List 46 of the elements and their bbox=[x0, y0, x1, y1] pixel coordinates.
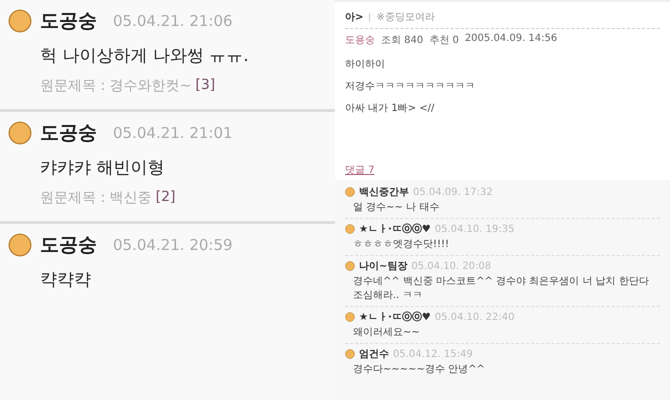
commenter-name: ★ㄴㅏ·ㄸⓞⓞ♥ bbox=[359, 310, 431, 324]
author-name: 도공숭 bbox=[40, 9, 97, 34]
avatar-icon bbox=[8, 121, 32, 145]
comment-text: 왜이러세요~~ bbox=[353, 326, 421, 339]
avatar-icon bbox=[8, 233, 32, 257]
body-line: 저경수ㅋㅋㅋㅋㅋㅋㅋㅋㅋㅋ bbox=[345, 80, 476, 93]
post-date: 2005.04.09. 14:56 bbox=[464, 33, 558, 46]
avatar-icon bbox=[345, 312, 355, 322]
category-label: 아> bbox=[345, 11, 364, 24]
comment-text: 얼 경수~~ 나 태수 bbox=[353, 201, 440, 214]
avatar-icon bbox=[345, 261, 355, 271]
comment-text: 경수다~~~~~경수 안녕^^ bbox=[353, 363, 486, 376]
post-time: 05.04.21. 20:59 bbox=[113, 236, 233, 254]
comment-time: 05.04.09. 17:32 bbox=[413, 186, 493, 198]
source-title: 원문제목 : 경수와한컷~ bbox=[40, 77, 192, 95]
post-time: 05.04.21. 21:01 bbox=[113, 124, 233, 142]
avatar-icon bbox=[345, 349, 355, 359]
comments-link[interactable]: 댓글 7 bbox=[345, 163, 660, 177]
comment-text: 캭캭캭 bbox=[40, 269, 92, 291]
view-count: 조회 840 bbox=[381, 34, 424, 47]
comment-text: ㅎㅎㅎㅎ엣경수닷!!!! bbox=[353, 238, 450, 251]
author-name: 도공숭 bbox=[40, 233, 97, 258]
comment-time: 05.04.10. 19:35 bbox=[434, 224, 514, 234]
body-line: 아싸 내가 1빠> <// bbox=[345, 102, 436, 115]
comment-time: 05.04.10. 22:40 bbox=[434, 312, 514, 322]
avatar-icon bbox=[345, 187, 355, 197]
commenter-name: 나이~팀장 bbox=[359, 260, 408, 273]
post-time: 05.04.21. 21:06 bbox=[113, 12, 233, 30]
commenter-name: ★ㄴㅏ·ㄸⓞⓞ♥ bbox=[359, 222, 431, 236]
author-name: 도공숭 bbox=[40, 121, 97, 146]
body-line: 하이하이 bbox=[345, 58, 386, 71]
author-name[interactable]: 도용숭 bbox=[345, 33, 375, 47]
comment-count[interactable]: [3] bbox=[195, 77, 216, 95]
avatar-icon bbox=[345, 224, 355, 234]
avatar-icon bbox=[8, 9, 32, 33]
commenter-name: 백신중간부 bbox=[359, 186, 409, 199]
article-title: ※중딩모여라 bbox=[376, 11, 435, 24]
comment-text: 캬캬캬 해빈이형 bbox=[40, 157, 166, 179]
comment-time: 05.04.12. 15:49 bbox=[393, 348, 473, 360]
comment-time: 05.04.10. 20:08 bbox=[411, 260, 492, 272]
comment-text: 헉 나이상하게 나와썽 ㅠㅠ. bbox=[40, 45, 250, 67]
source-title: 원문제목 : 백신중 bbox=[40, 189, 152, 207]
like-count: 추천 0 bbox=[429, 34, 459, 47]
commenter-name: 엄건수 bbox=[359, 348, 389, 361]
comment-text: 경수네^^ 백신중 마스코트^^ 경수야 최은우샘이 너 납치 한단다 조심해라.. ㅋㅋ bbox=[353, 275, 650, 302]
comment-count[interactable]: [2] bbox=[156, 189, 176, 207]
